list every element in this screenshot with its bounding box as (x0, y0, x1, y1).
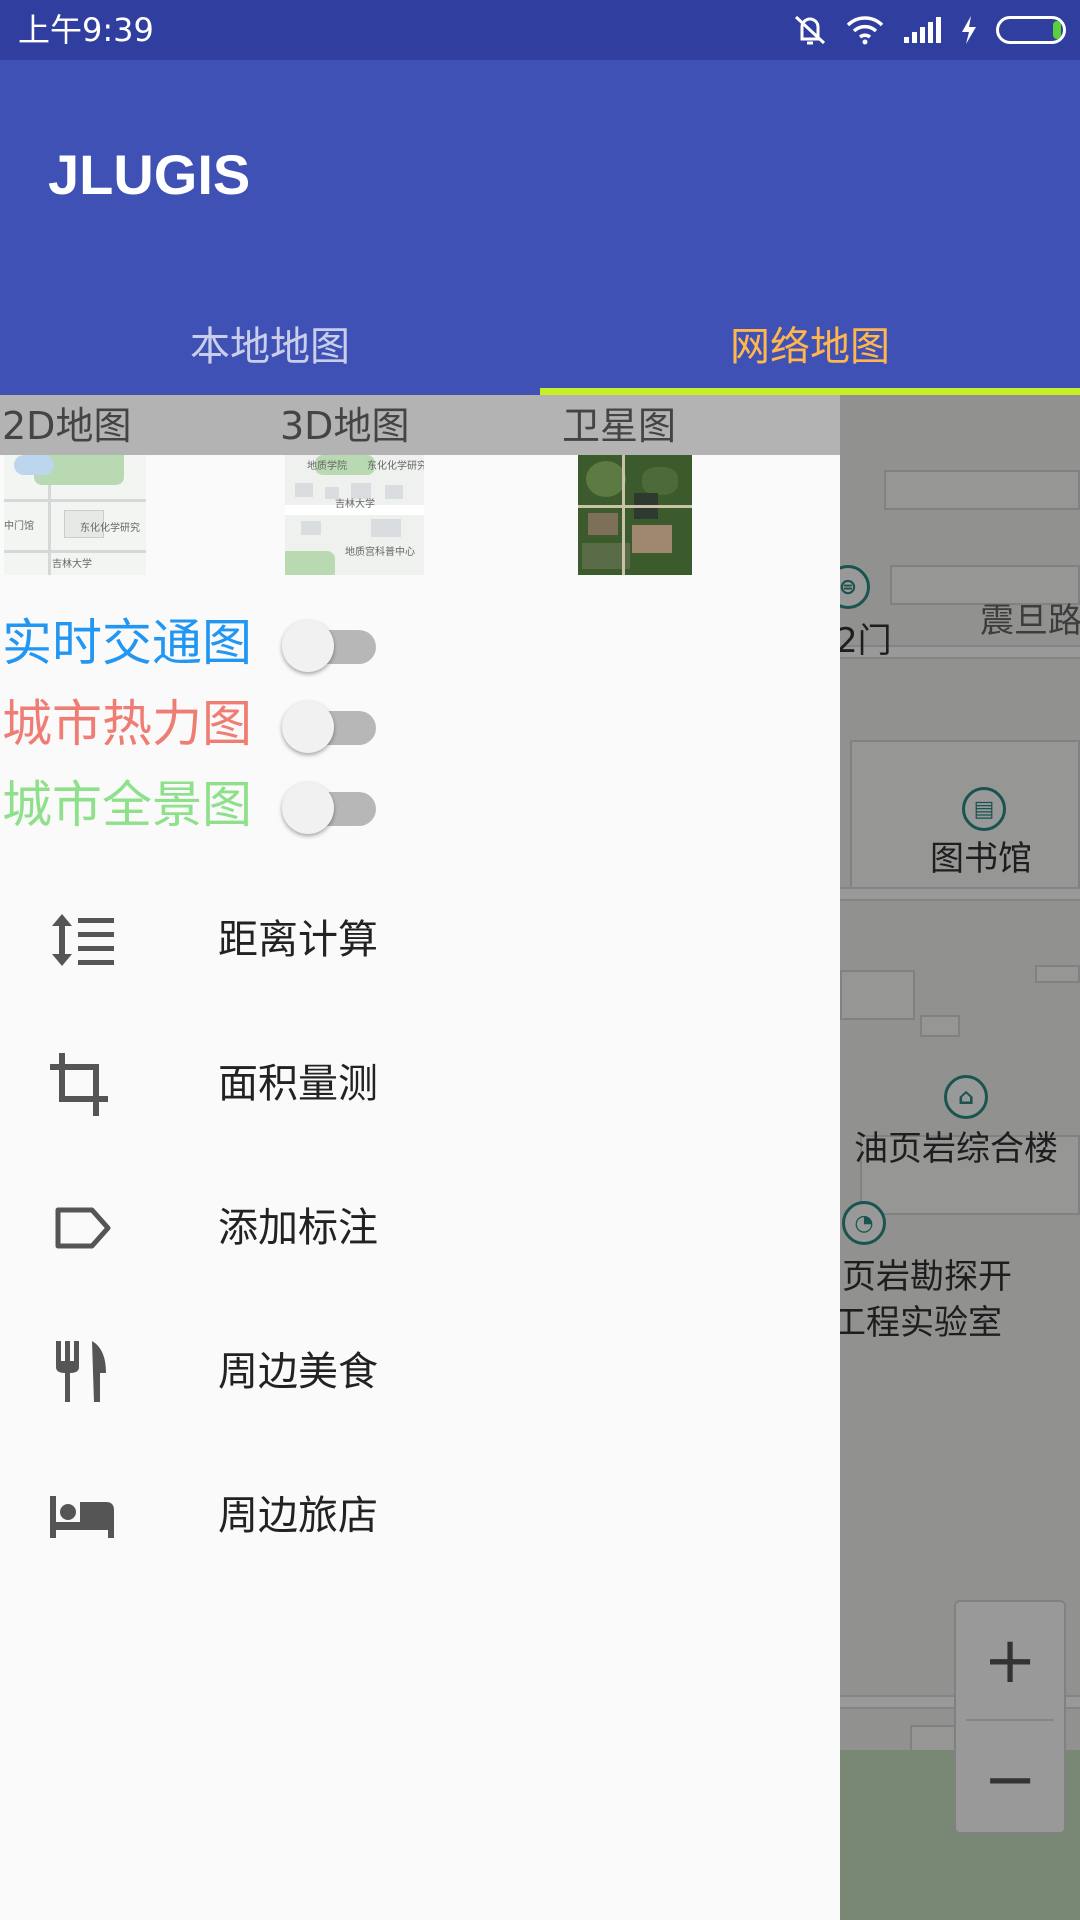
label-icon (55, 1207, 111, 1249)
menu-item-food[interactable]: 周边美食 (0, 1300, 840, 1444)
menu-item-distance[interactable]: 距离计算 (0, 868, 840, 1012)
tab-local-map[interactable]: 本地地图 (0, 290, 540, 395)
menu-item-label: 面积量测 (218, 1061, 378, 1107)
wifi-icon (846, 16, 884, 45)
menu-item-label: 添加标注 (218, 1205, 378, 1251)
thumbnail-text: 地质宫科普中心 (345, 547, 415, 558)
heatmap-label: 城市热力图 (2, 695, 252, 753)
tab-label: 网络地图 (730, 323, 890, 370)
panorama-toggle-row: 城市全景图 (0, 772, 420, 842)
thumbnail-text: 吉林大学 (335, 499, 375, 510)
line-spacing-icon (52, 914, 114, 966)
menu-item-hotel[interactable]: 周边旅店 (0, 1444, 840, 1588)
menu-item-annotate[interactable]: 添加标注 (0, 1156, 840, 1300)
traffic-label: 实时交通图 (2, 614, 252, 672)
status-time: 上午9:39 (18, 11, 154, 49)
menu-item-label: 周边旅店 (218, 1493, 378, 1539)
crop-icon (50, 1053, 108, 1116)
mute-vibrate-icon (794, 15, 826, 45)
map-type-header: 2D地图 3D地图 卫星图 (0, 395, 840, 455)
tab-indicator (540, 388, 1080, 395)
heatmap-toggle-row: 城市热力图 (0, 691, 420, 761)
charging-icon (962, 16, 976, 44)
tab-bar: 本地地图 网络地图 (0, 290, 1080, 395)
menu-item-label: 周边美食 (218, 1349, 378, 1395)
thumbnail-text: 吉林大学 (52, 559, 92, 570)
traffic-switch[interactable] (282, 620, 378, 672)
map-type-3d-label: 3D地图 (280, 404, 410, 448)
panorama-label: 城市全景图 (2, 776, 252, 834)
thumbnail-text: 东化化学研究 (367, 461, 424, 472)
signal-icon (904, 17, 941, 43)
status-icons (792, 12, 1066, 48)
map-type-3d-thumbnail[interactable]: 地质学院 东化化学研究 吉林大学 地质宫科普中心 (285, 455, 424, 575)
panorama-switch[interactable] (282, 782, 378, 834)
menu-item-area[interactable]: 面积量测 (0, 1012, 840, 1156)
thumbnail-text: 中门馆 (4, 521, 34, 532)
map-type-satellite-thumbnail[interactable] (578, 455, 692, 575)
map-type-satellite-label: 卫星图 (562, 404, 677, 448)
heatmap-switch[interactable] (282, 701, 378, 753)
navigation-drawer: 2D地图 3D地图 卫星图 中门馆 东化化学研究 吉林大学 地质学院 东化化学研… (0, 395, 840, 1920)
restaurant-icon (56, 1341, 106, 1402)
status-bar: 上午9:39 (0, 0, 1080, 60)
map-type-2d-thumbnail[interactable]: 中门馆 东化化学研究 吉林大学 (4, 455, 146, 575)
traffic-toggle-row: 实时交通图 (0, 610, 420, 680)
map-type-2d-label: 2D地图 (2, 404, 132, 448)
tab-label: 本地地图 (190, 323, 350, 370)
hotel-bed-icon (50, 1496, 114, 1538)
menu-item-label: 距离计算 (218, 917, 378, 963)
app-bar: JLUGIS 本地地图 网络地图 (0, 60, 1080, 395)
tab-online-map[interactable]: 网络地图 (540, 290, 1080, 395)
app-title: JLUGIS (48, 143, 251, 206)
battery-icon (996, 16, 1066, 44)
thumbnail-text: 地质学院 (307, 461, 347, 472)
thumbnail-text: 东化化学研究 (80, 523, 140, 534)
